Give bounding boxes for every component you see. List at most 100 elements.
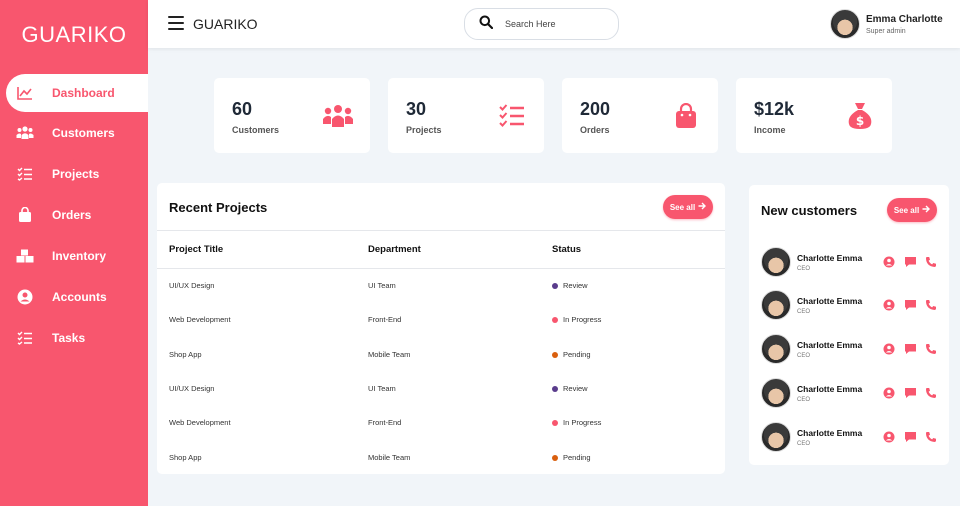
users-icon bbox=[322, 102, 354, 130]
search-box[interactable] bbox=[464, 8, 619, 40]
stat-card-income[interactable]: $12k Income $ bbox=[736, 78, 892, 153]
profile-icon[interactable] bbox=[882, 386, 896, 400]
table-row[interactable]: Shop App Mobile Team Pending bbox=[157, 440, 725, 474]
table-row[interactable]: Web Development Front-End In Progress bbox=[157, 303, 725, 337]
sidebar-item-label: Dashboard bbox=[52, 86, 115, 100]
user-role: Super admin bbox=[866, 27, 906, 35]
status-label: In Progress bbox=[563, 315, 602, 325]
profile-icon[interactable] bbox=[882, 298, 896, 312]
project-status: Review bbox=[552, 269, 725, 303]
project-title: UI/UX Design bbox=[169, 281, 215, 291]
stat-label: Income bbox=[754, 125, 786, 135]
chart-line-icon bbox=[16, 84, 34, 102]
profile-icon[interactable] bbox=[882, 430, 896, 444]
customer-name: Charlotte Emma bbox=[797, 383, 863, 394]
customer-item[interactable]: Charlotte Emma CEO bbox=[761, 333, 941, 365]
sidebar-item-label: Projects bbox=[52, 166, 100, 181]
phone-icon[interactable] bbox=[924, 342, 938, 356]
user-circle-icon bbox=[16, 288, 34, 306]
customer-role: CEO bbox=[797, 440, 811, 447]
project-department: UI Team bbox=[368, 281, 396, 291]
sidebar-item-label: Tasks bbox=[52, 330, 86, 345]
table-row[interactable]: UI/UX Design UI Team Review bbox=[157, 371, 725, 405]
project-status: In Progress bbox=[552, 303, 725, 337]
project-department: Front-End bbox=[368, 315, 402, 325]
shopping-bag-icon bbox=[670, 102, 702, 130]
see-all-projects-button[interactable]: See all bbox=[663, 195, 713, 219]
status-label: Review bbox=[563, 281, 588, 291]
customer-item[interactable]: Charlotte Emma CEO bbox=[761, 246, 941, 278]
customer-item[interactable]: Charlotte Emma CEO bbox=[761, 377, 941, 409]
profile-icon[interactable] bbox=[882, 255, 896, 269]
project-department: UI Team bbox=[368, 384, 396, 394]
see-all-label: See all bbox=[893, 205, 920, 215]
menu-toggle-icon[interactable] bbox=[168, 16, 184, 30]
customer-role: CEO bbox=[797, 396, 811, 403]
stat-card-projects[interactable]: 30 Projects bbox=[388, 78, 544, 153]
table-row[interactable]: Shop App Mobile Team Pending bbox=[157, 337, 725, 371]
phone-icon[interactable] bbox=[924, 298, 938, 312]
sidebar-item-accounts[interactable]: Accounts bbox=[0, 276, 148, 317]
status-label: In Progress bbox=[563, 418, 602, 428]
sidebar-item-dashboard[interactable]: Dashboard bbox=[6, 74, 148, 112]
avatar[interactable] bbox=[761, 422, 791, 452]
checklist-icon bbox=[496, 102, 528, 130]
table-row[interactable]: Web Development Front-End In Progress bbox=[157, 406, 725, 440]
customer-item[interactable]: Charlotte Emma CEO bbox=[761, 421, 941, 453]
user-profile[interactable]: Emma Charlotte Super admin bbox=[830, 9, 943, 39]
phone-icon[interactable] bbox=[924, 255, 938, 269]
search-input[interactable] bbox=[505, 19, 605, 29]
message-icon[interactable] bbox=[903, 430, 917, 444]
column-header: Project Title bbox=[169, 244, 224, 255]
avatar[interactable] bbox=[761, 334, 791, 364]
project-title: Web Development bbox=[169, 315, 231, 325]
phone-icon[interactable] bbox=[924, 430, 938, 444]
profile-icon[interactable] bbox=[882, 342, 896, 356]
project-title: Shop App bbox=[169, 349, 202, 359]
checklist-icon bbox=[16, 329, 34, 347]
phone-icon[interactable] bbox=[924, 386, 938, 400]
status-dot bbox=[552, 420, 558, 427]
recent-projects-title: Recent Projects bbox=[169, 200, 268, 215]
status-dot bbox=[552, 283, 558, 290]
stat-card-customers[interactable]: 60 Customers bbox=[214, 78, 370, 153]
customer-name: Charlotte Emma bbox=[797, 295, 863, 306]
stat-card-orders[interactable]: 200 Orders bbox=[562, 78, 718, 153]
stat-label: Customers bbox=[232, 125, 280, 135]
customer-item[interactable]: Charlotte Emma CEO bbox=[761, 289, 941, 321]
project-title: UI/UX Design bbox=[169, 384, 215, 394]
status-label: Pending bbox=[563, 349, 591, 359]
project-status: Pending bbox=[552, 440, 725, 474]
projects-table: Project Title Department Status UI/UX De… bbox=[157, 230, 725, 474]
sidebar-item-label: Orders bbox=[52, 207, 92, 222]
avatar[interactable] bbox=[761, 290, 791, 320]
sidebar-item-label: Customers bbox=[52, 125, 115, 140]
project-status: Pending bbox=[552, 337, 725, 371]
sidebar-item-orders[interactable]: Orders bbox=[0, 194, 148, 235]
message-icon[interactable] bbox=[903, 386, 917, 400]
sidebar-item-projects[interactable]: Projects bbox=[0, 153, 148, 194]
table-row[interactable]: UI/UX Design UI Team Review bbox=[157, 269, 725, 303]
search-icon[interactable] bbox=[479, 15, 494, 34]
avatar[interactable] bbox=[761, 247, 791, 277]
stat-value: $12k bbox=[754, 99, 795, 119]
avatar[interactable] bbox=[761, 378, 791, 408]
message-icon[interactable] bbox=[903, 255, 917, 269]
customer-name: Charlotte Emma bbox=[797, 252, 863, 263]
sidebar: GUARIKO Dashboard Customers Projects Ord… bbox=[0, 0, 148, 506]
message-icon[interactable] bbox=[903, 342, 917, 356]
column-header: Status bbox=[552, 244, 582, 255]
see-all-customers-button[interactable]: See all bbox=[887, 198, 937, 222]
message-icon[interactable] bbox=[903, 298, 917, 312]
sidebar-item-inventory[interactable]: Inventory bbox=[0, 235, 148, 276]
sidebar-item-customers[interactable]: Customers bbox=[0, 112, 148, 153]
brand-logo[interactable]: GUARIKO bbox=[0, 0, 148, 70]
recent-projects-card: Recent Projects See all Project Title De… bbox=[157, 183, 725, 474]
project-title: Web Development bbox=[169, 418, 231, 428]
column-header: Department bbox=[368, 244, 421, 255]
project-status: Review bbox=[552, 371, 725, 405]
avatar[interactable] bbox=[830, 9, 860, 39]
new-customers-title: New customers bbox=[761, 203, 858, 218]
customer-role: CEO bbox=[797, 352, 811, 359]
sidebar-item-tasks[interactable]: Tasks bbox=[0, 317, 148, 358]
